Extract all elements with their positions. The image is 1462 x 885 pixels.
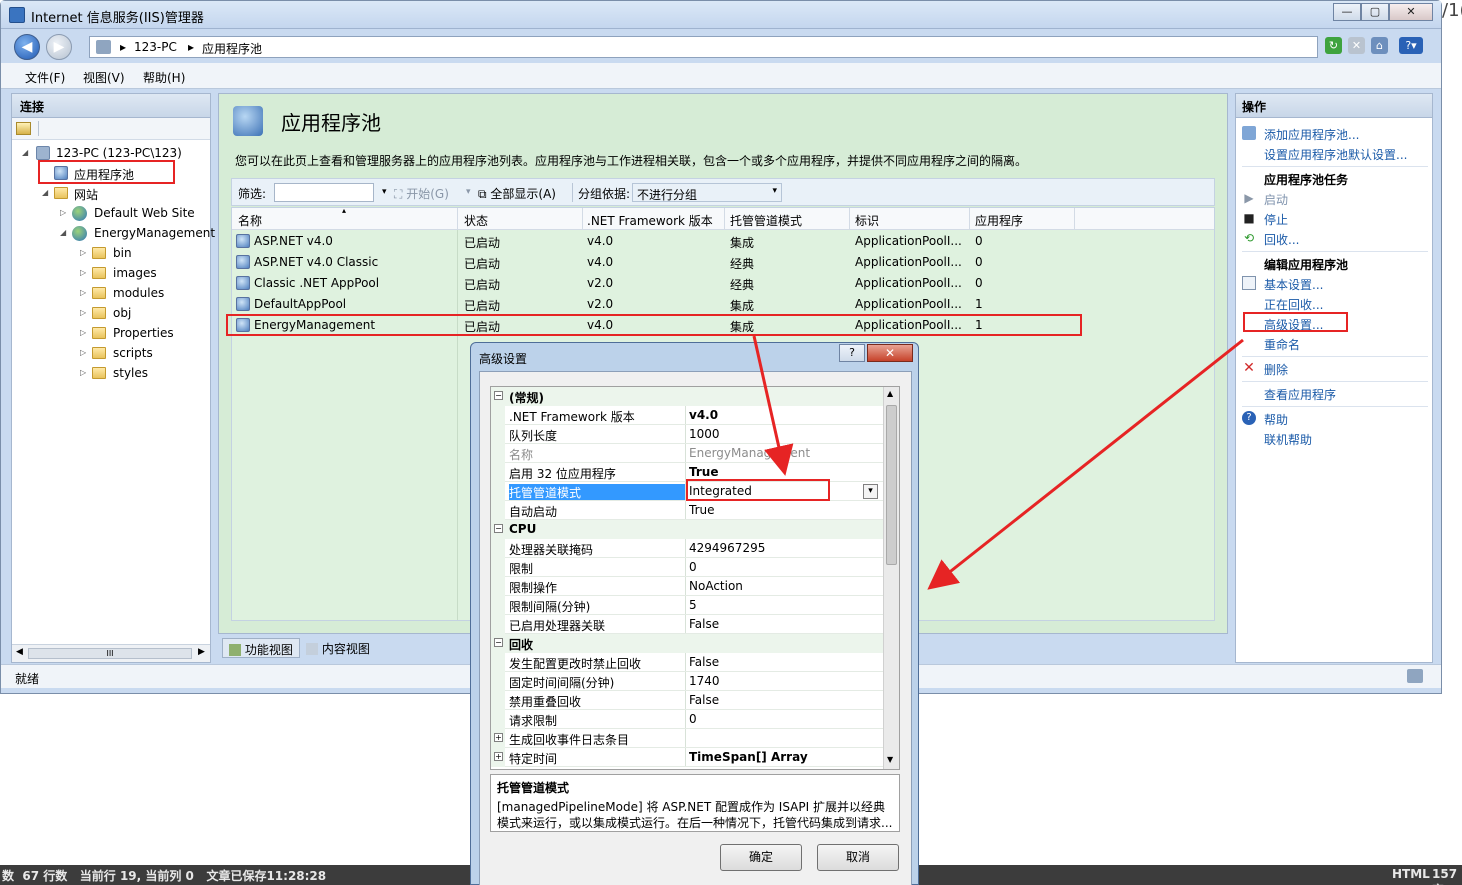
annotation-arrow-diagonal [927,338,1244,590]
annotation-arrows [752,335,1244,590]
annotation-arrow-down [752,335,794,476]
